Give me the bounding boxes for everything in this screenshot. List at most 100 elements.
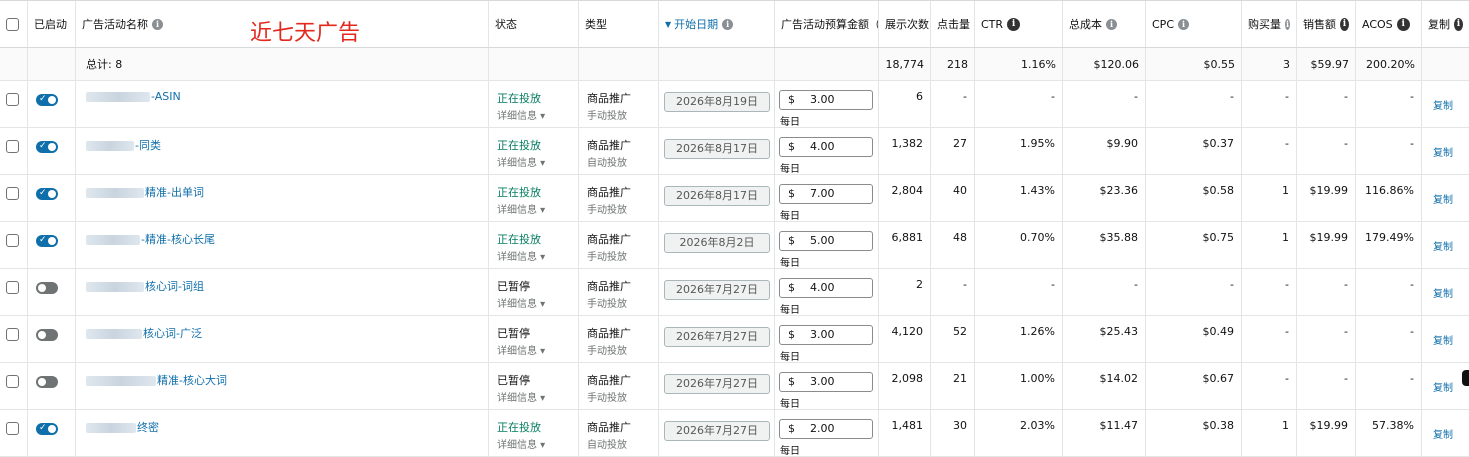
table-cell — [879, 128, 931, 174]
metric-ctr: 1.95% — [1020, 137, 1055, 150]
table-row: ✓ 终密 正在投放 详细信息 ▾ 商品推广 自动投放 2026年7月27日 $2.00 每日 1,… — [0, 410, 1469, 457]
row-checkbox[interactable] — [6, 140, 19, 153]
campaign-name-link[interactable]: -同类 — [86, 137, 161, 153]
info-icon[interactable]: i — [1106, 18, 1117, 30]
details-dropdown[interactable]: 详细信息 ▾ — [497, 342, 545, 357]
budget-input[interactable]: $2.00 — [779, 419, 873, 439]
col-status[interactable]: 状态 — [489, 1, 579, 47]
row-checkbox[interactable] — [6, 328, 19, 341]
copy-link[interactable]: 复制 — [1433, 191, 1453, 206]
table-cell — [1297, 222, 1356, 268]
col-copy[interactable]: 复制 i — [1422, 1, 1469, 47]
budget-input[interactable]: $7.00 — [779, 184, 873, 204]
enable-toggle[interactable] — [36, 329, 58, 341]
row-checkbox[interactable] — [6, 187, 19, 200]
start-date-field[interactable]: 2026年7月27日 — [664, 280, 770, 300]
row-checkbox[interactable] — [6, 422, 19, 435]
col-impressions[interactable]: 展示次数 — [879, 1, 931, 47]
campaign-name-link[interactable]: 核心词-词组 — [86, 278, 204, 294]
col-sales[interactable]: 销售额 i — [1297, 1, 1356, 47]
copy-link[interactable]: 复制 — [1433, 332, 1453, 347]
copy-link[interactable]: 复制 — [1433, 379, 1453, 394]
budget-period-label: 每日 — [780, 446, 800, 457]
campaign-name-link[interactable]: -ASIN — [86, 90, 181, 103]
copy-link[interactable]: 复制 — [1433, 238, 1453, 253]
ad-type-label: 商品推广 — [587, 327, 631, 340]
start-date-field[interactable]: 2026年8月2日 — [664, 233, 770, 253]
col-start-date-label: 开始日期 — [674, 18, 719, 31]
details-dropdown[interactable]: 详细信息 ▾ — [497, 154, 545, 169]
budget-input[interactable]: $3.00 — [779, 372, 873, 392]
col-start-date[interactable]: ▼ 开始日期 i — [659, 1, 775, 47]
info-icon[interactable]: i — [722, 18, 734, 30]
targeting-type-label: 手动投放 — [587, 205, 627, 216]
details-dropdown[interactable]: 详细信息 ▾ — [497, 389, 545, 404]
start-date-field[interactable]: 2026年8月19日 — [664, 92, 770, 112]
info-icon[interactable]: i — [1340, 17, 1349, 31]
info-icon[interactable]: i — [1178, 18, 1189, 30]
col-type[interactable]: 类型 — [579, 1, 659, 47]
col-enabled[interactable]: 已启动 — [28, 1, 76, 47]
start-date-field[interactable]: 2026年8月17日 — [664, 139, 770, 159]
enable-toggle[interactable]: ✓ — [36, 235, 58, 247]
copy-link[interactable]: 复制 — [1433, 426, 1453, 441]
enable-toggle[interactable]: ✓ — [36, 94, 58, 106]
details-dropdown[interactable]: 详细信息 ▾ — [497, 295, 545, 310]
start-date-field[interactable]: 2026年7月27日 — [664, 421, 770, 441]
details-dropdown[interactable]: 详细信息 ▾ — [497, 107, 545, 122]
col-ctr[interactable]: CTR i — [975, 1, 1063, 47]
col-cost[interactable]: 总成本 i — [1063, 1, 1146, 47]
copy-link[interactable]: 复制 — [1433, 285, 1453, 300]
metric-cost: $11.47 — [1099, 419, 1139, 432]
copy-link[interactable]: 复制 — [1433, 97, 1453, 112]
details-dropdown[interactable]: 详细信息 ▾ — [497, 248, 545, 263]
check-icon: ✓ — [39, 94, 47, 104]
row-checkbox[interactable] — [6, 93, 19, 106]
col-budget[interactable]: 广告活动预算金额（ — [775, 1, 879, 47]
start-date-field[interactable]: 2026年7月27日 — [664, 374, 770, 394]
metric-cpc: $0.38 — [1202, 419, 1235, 432]
info-icon[interactable]: i — [1285, 18, 1290, 30]
budget-input[interactable]: $5.00 — [779, 231, 873, 251]
enable-toggle[interactable]: ✓ — [36, 141, 58, 153]
details-label: 详细信息 — [497, 205, 537, 216]
ad-type-label: 商品推广 — [587, 280, 631, 293]
row-checkbox[interactable] — [6, 234, 19, 247]
campaign-name-link[interactable]: 核心词-广泛 — [86, 325, 202, 341]
enable-toggle[interactable]: ✓ — [36, 188, 58, 200]
campaign-name-link[interactable]: 终密 — [86, 419, 159, 435]
currency-symbol: $ — [788, 375, 795, 388]
campaign-name-link[interactable]: -精准-核心长尾 — [86, 231, 215, 247]
info-icon[interactable]: i — [1396, 17, 1410, 31]
metric-purchases: 1 — [1282, 419, 1289, 432]
info-icon[interactable]: i — [1454, 17, 1463, 31]
metric-sales: - — [1344, 372, 1348, 385]
budget-value: 5.00 — [810, 234, 835, 247]
select-all-checkbox[interactable] — [6, 18, 19, 31]
budget-input[interactable]: $3.00 — [779, 90, 873, 110]
metric-impressions: 6,881 — [891, 231, 924, 244]
budget-input[interactable]: $3.00 — [779, 325, 873, 345]
copy-link[interactable]: 复制 — [1433, 144, 1453, 159]
start-date-field[interactable]: 2026年8月17日 — [664, 186, 770, 206]
totals-impressions: 18,774 — [885, 57, 925, 71]
campaign-name-link[interactable]: 精准-出单词 — [86, 184, 204, 200]
enable-toggle[interactable]: ✓ — [36, 423, 58, 435]
details-dropdown[interactable]: 详细信息 ▾ — [497, 201, 545, 216]
info-icon[interactable]: i — [1007, 17, 1021, 31]
col-clicks[interactable]: 点击量（ — [931, 1, 975, 47]
budget-input[interactable]: $4.00 — [779, 278, 873, 298]
row-checkbox[interactable] — [6, 281, 19, 294]
col-acos[interactable]: ACOS i — [1356, 1, 1422, 47]
budget-input[interactable]: $4.00 — [779, 137, 873, 157]
start-date-field[interactable]: 2026年7月27日 — [664, 327, 770, 347]
col-cpc[interactable]: CPC i — [1146, 1, 1242, 47]
enable-toggle[interactable] — [36, 376, 58, 388]
col-purchases[interactable]: 购买量 i — [1242, 1, 1297, 47]
details-dropdown[interactable]: 详细信息 ▾ — [497, 436, 545, 451]
metric-impressions: 4,120 — [891, 325, 924, 338]
info-icon[interactable]: i — [152, 18, 163, 30]
row-checkbox[interactable] — [6, 375, 19, 388]
enable-toggle[interactable] — [36, 282, 58, 294]
campaign-name-link[interactable]: 精准-核心大词 — [86, 372, 227, 388]
